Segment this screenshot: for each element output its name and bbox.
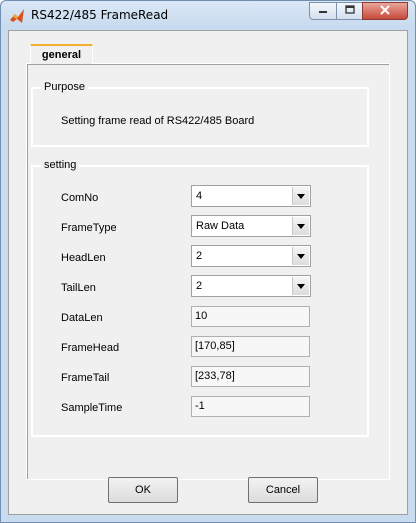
setting-group: setting ComNo 4 FrameType Raw Data HeadL… — [31, 159, 369, 437]
purpose-description: Setting frame read of RS422/485 Board — [61, 115, 255, 127]
ok-button[interactable]: OK — [108, 477, 178, 503]
purpose-group-title: Purpose — [41, 81, 88, 93]
title-bar[interactable]: RS422/485 FrameRead — [1, 1, 415, 29]
close-icon — [380, 4, 390, 18]
dialog-client-area: general Purpose Setting frame read of RS… — [8, 30, 408, 515]
setting-group-title: setting — [41, 159, 80, 171]
purpose-group: Purpose Setting frame read of RS422/485 … — [31, 81, 369, 147]
chevron-down-icon[interactable] — [292, 187, 309, 205]
chevron-down-icon[interactable] — [292, 217, 309, 235]
datalen-label: DataLen — [61, 312, 103, 324]
headlen-label: HeadLen — [61, 252, 106, 264]
frametype-value: Raw Data — [196, 220, 245, 232]
framehead-label: FrameHead — [61, 342, 120, 354]
cancel-button[interactable]: Cancel — [248, 477, 318, 503]
comno-label: ComNo — [61, 192, 99, 204]
framehead-input[interactable]: [170,85] — [191, 336, 310, 357]
headlen-select[interactable]: 2 — [191, 245, 311, 267]
headlen-value: 2 — [196, 250, 203, 262]
taillen-select[interactable]: 2 — [191, 275, 311, 297]
taillen-value: 2 — [196, 280, 203, 292]
comno-select[interactable]: 4 — [191, 185, 311, 207]
maximize-button[interactable] — [336, 2, 363, 20]
matlab-icon — [9, 8, 25, 24]
minimize-icon — [318, 5, 328, 17]
dialog-window: RS422/485 FrameRead general Purpose Sett… — [0, 0, 416, 523]
chevron-down-icon[interactable] — [292, 277, 309, 295]
sampletime-label: SampleTime — [61, 402, 123, 414]
sampletime-input[interactable]: -1 — [191, 396, 310, 417]
frametail-input[interactable]: [233,78] — [191, 366, 310, 387]
frametype-label: FrameType — [61, 222, 117, 234]
datalen-input[interactable]: 10 — [191, 306, 310, 327]
taillen-label: TailLen — [61, 282, 96, 294]
minimize-button[interactable] — [309, 2, 337, 20]
maximize-icon — [344, 5, 355, 17]
frametail-label: FrameTail — [61, 372, 110, 384]
tab-general[interactable]: general — [30, 44, 93, 64]
window-title: RS422/485 FrameRead — [31, 8, 169, 22]
chevron-down-icon[interactable] — [292, 247, 309, 265]
close-button[interactable] — [362, 2, 408, 20]
comno-value: 4 — [196, 190, 203, 202]
frametype-select[interactable]: Raw Data — [191, 215, 311, 237]
